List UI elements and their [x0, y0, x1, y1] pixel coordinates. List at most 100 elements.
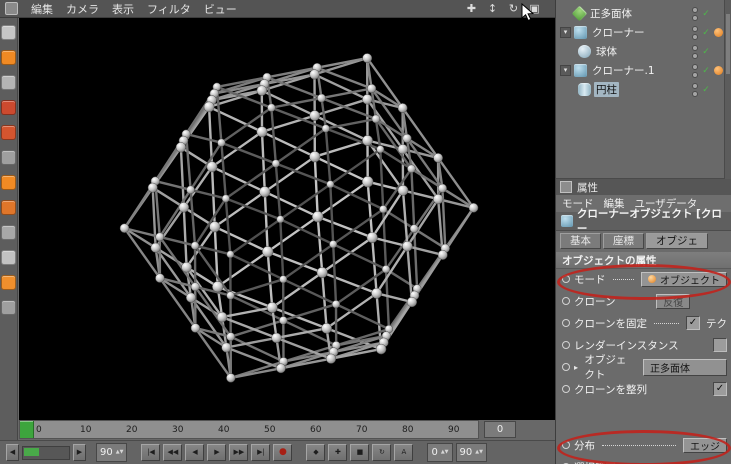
menu-display[interactable]: 表示 [112, 1, 134, 17]
ruler-tick: 90 [448, 425, 460, 435]
max-frame-field[interactable]: 90 ▲▼ [96, 443, 128, 462]
layer-dots-icon[interactable] [692, 82, 698, 97]
expand-toggle-icon[interactable]: ▾ [560, 27, 571, 38]
object-label[interactable]: 正多面体 [588, 6, 634, 21]
animation-dot-icon[interactable] [562, 297, 570, 305]
spinner-arrows-icon[interactable]: ▲▼ [116, 450, 124, 455]
enable-check-icon[interactable]: ✓ [700, 47, 712, 57]
toolbar-tool-icon[interactable] [1, 125, 16, 140]
menu-camera[interactable]: カメラ [66, 1, 99, 17]
pan-view-icon[interactable]: ✚ [465, 2, 478, 15]
layer-dots-icon[interactable] [692, 63, 698, 78]
next-frame-button[interactable]: ▶▶ [229, 444, 249, 461]
fix-clone-checkbox[interactable]: ✓ [686, 316, 700, 330]
animation-dot-icon[interactable] [562, 341, 570, 349]
layer-dots-icon[interactable] [692, 44, 698, 59]
range-scroll-right-button[interactable]: ▶ [73, 444, 86, 461]
cloner-object-icon [574, 26, 587, 39]
object-manager-scrollbar[interactable] [724, 0, 731, 179]
spinner-arrows-icon[interactable]: ▲▼ [475, 450, 483, 455]
spinner-arrows-icon[interactable]: ▲▼ [441, 450, 449, 455]
attr-label-selection: 選択範囲 [574, 460, 616, 464]
record-button[interactable]: ● [273, 444, 293, 461]
preview-range-slider[interactable] [22, 445, 70, 460]
ruler-tick: 40 [218, 425, 230, 435]
animation-dot-icon[interactable] [562, 319, 570, 327]
toolbar-tool-icon[interactable] [1, 225, 16, 240]
object-label[interactable]: 球体 [594, 44, 619, 59]
animation-dot-icon[interactable] [562, 275, 570, 283]
play-button[interactable]: ▶ [207, 444, 227, 461]
toolbar-tool-icon[interactable] [1, 50, 16, 65]
object-row-cylinder[interactable]: 円柱 ✓ [556, 80, 731, 99]
range-scroll-left-button[interactable]: ◀ [6, 444, 19, 461]
object-properties-section-header: オブジェクトの属性 [556, 252, 731, 269]
toolbar-tool-icon[interactable] [1, 175, 16, 190]
ruler-tick: 30 [172, 425, 184, 435]
layer-dots-icon[interactable] [692, 25, 698, 40]
object-row-platonic[interactable]: 正多面体 ✓ [556, 4, 731, 23]
viewport-menu-icon[interactable] [5, 2, 18, 15]
object-row-sphere[interactable]: 球体 ✓ [556, 42, 731, 61]
menu-filter[interactable]: フィルタ [147, 1, 191, 17]
timeline-ruler[interactable]: 0 10 20 30 40 50 60 70 80 90 [19, 420, 479, 439]
menu-view[interactable]: ビュー [204, 1, 237, 17]
clones-dropdown[interactable]: 反復 [656, 293, 691, 309]
animation-dot-icon[interactable] [562, 363, 570, 371]
disclosure-triangle-icon[interactable]: ▸ [574, 363, 580, 372]
record-position-button[interactable]: ✚ [328, 444, 348, 461]
prev-key-button[interactable]: ◀◀ [163, 444, 183, 461]
object-row-cloner[interactable]: ▾ クローナー ✓ [556, 23, 731, 42]
range-end-field[interactable]: 90 ▲▼ [455, 443, 487, 462]
toolbar-tool-icon[interactable] [1, 250, 16, 265]
object-row-cloner1[interactable]: ▾ クローナー.1 ✓ [556, 61, 731, 80]
zoom-view-icon[interactable]: ↕ [486, 2, 499, 15]
toggle-view-icon[interactable]: ▣ [528, 2, 541, 15]
tab-coordinates[interactable]: 座標 [603, 233, 644, 249]
object-link-field[interactable]: 正多面体 [643, 358, 727, 376]
distribution-dropdown[interactable]: エッジ [683, 437, 727, 453]
toolbar-tool-icon[interactable] [1, 200, 16, 215]
layer-dots-icon[interactable] [692, 6, 698, 21]
preview-range-thumb[interactable] [24, 447, 39, 456]
autokey-button[interactable]: A [394, 444, 414, 461]
mograph-tag-icon[interactable] [714, 28, 723, 37]
mograph-tag-icon[interactable] [714, 66, 723, 75]
attr-label-align-clone: クローンを整列 [574, 383, 647, 396]
ruler-tick: 20 [126, 425, 138, 435]
attributes-panel-icon [560, 181, 572, 193]
enable-check-icon[interactable]: ✓ [700, 28, 712, 38]
tab-basic[interactable]: 基本 [560, 233, 601, 249]
enable-check-icon[interactable]: ✓ [700, 85, 712, 95]
object-label-selected[interactable]: 円柱 [594, 82, 619, 97]
expand-toggle-icon[interactable]: ▾ [560, 65, 571, 76]
toolbar-tool-icon[interactable] [1, 275, 16, 290]
rotate-view-icon[interactable]: ↻ [507, 2, 520, 15]
enable-check-icon[interactable]: ✓ [700, 66, 712, 76]
current-frame-field[interactable]: 0 [484, 421, 516, 438]
goto-end-button[interactable]: ▶| [251, 444, 271, 461]
mode-dropdown[interactable]: オブジェクト [641, 271, 727, 287]
range-start-field[interactable]: 0 ▲▼ [427, 443, 453, 462]
animation-dot-icon[interactable] [562, 441, 570, 449]
align-clone-checkbox[interactable]: ✓ [713, 382, 727, 396]
record-rotation-button[interactable]: ↻ [372, 444, 392, 461]
prev-frame-button[interactable]: ◀ [185, 444, 205, 461]
viewport[interactable] [19, 18, 555, 420]
object-label[interactable]: クローナー [590, 25, 647, 40]
enable-check-icon[interactable]: ✓ [700, 9, 712, 19]
render-instance-checkbox[interactable] [713, 338, 727, 352]
toolbar-tool-icon[interactable] [1, 300, 16, 315]
record-keyframe-button[interactable]: ◆ [306, 444, 326, 461]
object-label[interactable]: クローナー.1 [590, 63, 657, 78]
toolbar-tool-icon[interactable] [1, 25, 16, 40]
record-scale-button[interactable]: ■ [350, 444, 370, 461]
toolbar-tool-icon[interactable] [1, 100, 16, 115]
animation-dot-icon[interactable] [562, 385, 570, 393]
toolbar-tool-icon[interactable] [1, 75, 16, 90]
timeline-playhead[interactable] [20, 421, 34, 438]
goto-start-button[interactable]: |◀ [141, 444, 161, 461]
menu-edit[interactable]: 編集 [31, 1, 53, 17]
toolbar-tool-icon[interactable] [1, 150, 16, 165]
tab-object[interactable]: オブジェ [646, 233, 708, 249]
